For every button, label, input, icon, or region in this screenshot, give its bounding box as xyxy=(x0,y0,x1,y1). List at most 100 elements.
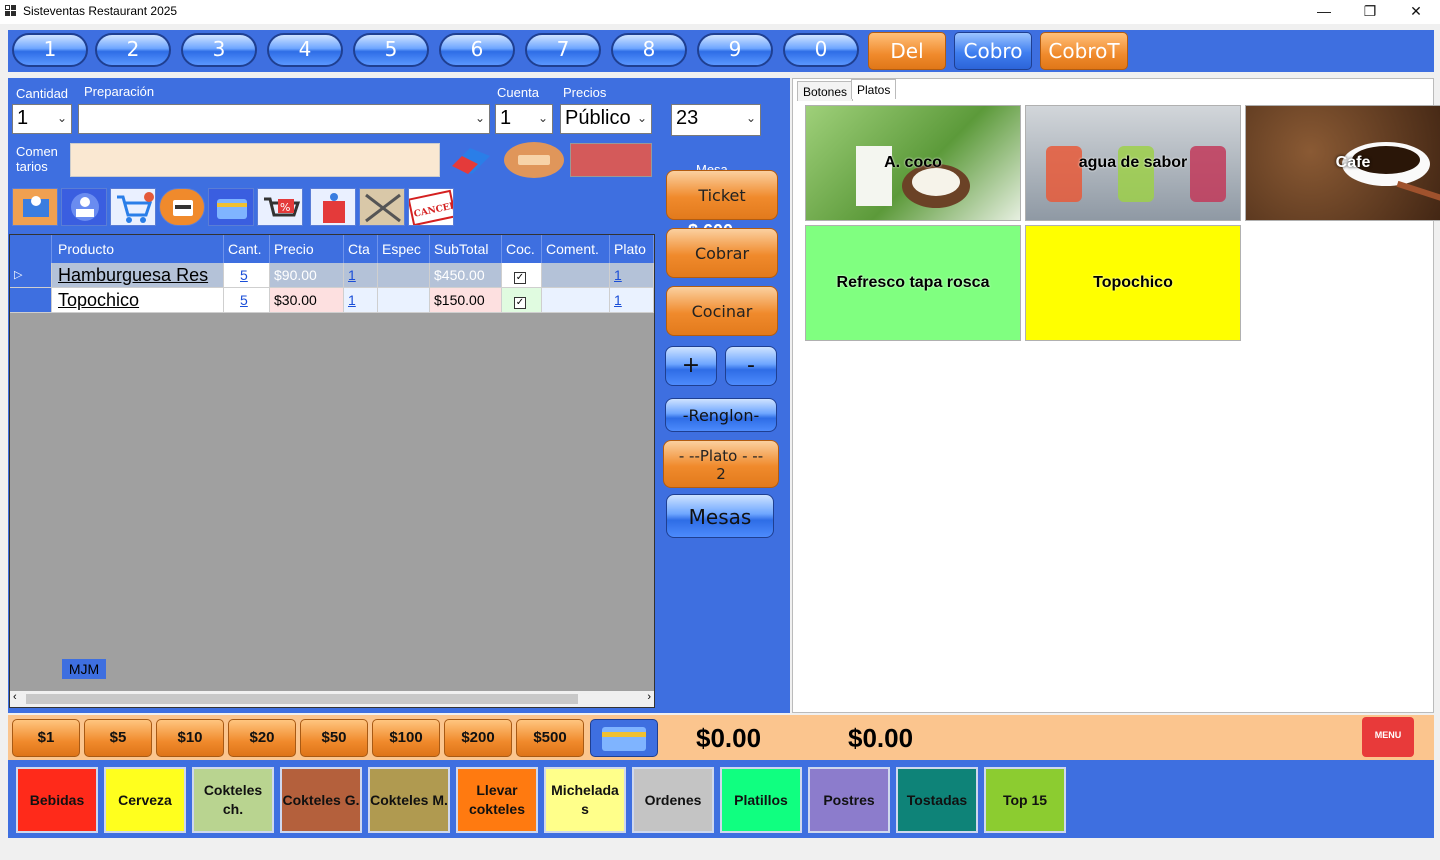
takeout-bag-icon[interactable] xyxy=(310,188,356,226)
scrollbar-thumb[interactable] xyxy=(26,694,578,704)
renglon-button[interactable]: -Renglon- xyxy=(665,398,777,432)
plato-refresco-tapa-rosca[interactable]: Refresco tapa rosca xyxy=(805,225,1021,341)
espec-cell[interactable] xyxy=(378,288,430,313)
mesas-button[interactable]: Mesas xyxy=(666,494,774,538)
cantidad-select[interactable]: 1 ⌄ xyxy=(12,104,72,134)
plato-cell[interactable]: 1 xyxy=(614,292,622,308)
num-4-button[interactable]: 4 xyxy=(267,33,343,67)
minimize-button[interactable]: — xyxy=(1301,0,1347,24)
card-payment-button[interactable] xyxy=(590,719,658,757)
plato-agua-de-sabor[interactable]: agua de sabor xyxy=(1025,105,1241,221)
category-tostadas[interactable]: Tostadas xyxy=(896,767,978,833)
coc-checkbox[interactable]: ✓ xyxy=(514,272,526,284)
tab-botones[interactable]: Botones xyxy=(797,81,854,101)
card-icon[interactable] xyxy=(208,188,254,226)
cash-10-button[interactable]: $10 xyxy=(156,719,224,757)
col-cta[interactable]: Cta xyxy=(344,235,378,263)
num-3-button[interactable]: 3 xyxy=(181,33,257,67)
cobrot-button[interactable]: CobroT xyxy=(1040,32,1128,70)
category-platillos[interactable]: Platillos xyxy=(720,767,802,833)
del-button[interactable]: Del xyxy=(868,32,946,70)
cash-50-button[interactable]: $50 xyxy=(300,719,368,757)
category-cokteles-g[interactable]: Cokteles G. xyxy=(280,767,362,833)
plato-a-coco[interactable]: A. coco xyxy=(805,105,1021,221)
col-espec[interactable]: Espec xyxy=(378,235,430,263)
table-row[interactable]: ▷ Hamburguesa Res 5 $90.00 1 $450.00 ✓ 1 xyxy=(10,263,654,288)
category-cokteles-m[interactable]: Cokteles M. xyxy=(368,767,450,833)
producto-cell[interactable]: Topochico xyxy=(58,290,139,310)
ticket-button[interactable]: Ticket xyxy=(666,170,778,220)
cash-5-button[interactable]: $5 xyxy=(84,719,152,757)
cash-1-button[interactable]: $1 xyxy=(12,719,80,757)
category-ordenes[interactable]: Ordenes xyxy=(632,767,714,833)
category-bebidas[interactable]: Bebidas xyxy=(16,767,98,833)
cart-icon[interactable] xyxy=(110,188,156,226)
col-producto[interactable]: Producto xyxy=(52,235,224,263)
col-plato[interactable]: Plato xyxy=(610,235,654,263)
discount-cart-icon[interactable]: % xyxy=(257,188,303,226)
restore-button[interactable]: ❐ xyxy=(1347,0,1393,24)
coment-cell[interactable] xyxy=(542,288,610,313)
close-button[interactable]: ✕ xyxy=(1393,0,1439,24)
scroll-right-icon[interactable]: › xyxy=(647,691,651,703)
plato-cafe[interactable]: Cafe xyxy=(1245,105,1440,221)
num-0-button[interactable]: 0 xyxy=(783,33,859,67)
category-micheladas[interactable]: Michelada s xyxy=(544,767,626,833)
num-7-button[interactable]: 7 xyxy=(525,33,601,67)
precio-cell[interactable]: $90.00 xyxy=(270,263,344,288)
cuenta-select[interactable]: 1 ⌄ xyxy=(495,104,553,134)
precios-select[interactable]: Público ⌄ xyxy=(560,104,652,134)
tab-platos[interactable]: Platos xyxy=(851,79,897,99)
menu-icon[interactable]: MENU xyxy=(1362,717,1414,757)
eraser-icon[interactable] xyxy=(448,144,494,176)
cash-20-button[interactable]: $20 xyxy=(228,719,296,757)
waiter-icon[interactable] xyxy=(12,188,58,226)
plato-cell[interactable]: 1 xyxy=(614,267,622,283)
plato-button[interactable]: - --Plato - -- 2 xyxy=(663,440,779,488)
cta-cell[interactable]: 1 xyxy=(348,267,356,283)
espec-cell[interactable] xyxy=(378,263,430,288)
col-coment[interactable]: Coment. xyxy=(542,235,610,263)
category-llevar-cokteles[interactable]: Llevar cokteles xyxy=(456,767,538,833)
cancelado-stamp-icon[interactable]: CANCELADO xyxy=(408,188,454,226)
col-cant[interactable]: Cant. xyxy=(224,235,270,263)
col-coc[interactable]: Coc. xyxy=(502,235,542,263)
cash-100-button[interactable]: $100 xyxy=(372,719,440,757)
coc-checkbox[interactable]: ✓ xyxy=(514,297,526,309)
col-precio[interactable]: Precio xyxy=(270,235,344,263)
mesa-select[interactable]: 23 ⌄ xyxy=(671,104,761,136)
cobrar-button[interactable]: Cobrar xyxy=(666,228,778,278)
cant-cell[interactable]: 5 xyxy=(240,267,248,283)
keyboard-icon[interactable] xyxy=(504,142,564,178)
minus-button[interactable]: - xyxy=(725,346,777,386)
scroll-left-icon[interactable]: ‹ xyxy=(13,691,17,703)
precio-cell[interactable]: $30.00 xyxy=(270,288,344,313)
num-8-button[interactable]: 8 xyxy=(611,33,687,67)
cash-200-button[interactable]: $200 xyxy=(444,719,512,757)
col-subtotal[interactable]: SubTotal xyxy=(430,235,502,263)
printer-icon[interactable] xyxy=(159,188,205,226)
plato-topochico[interactable]: Topochico xyxy=(1025,225,1241,341)
category-cerveza[interactable]: Cerveza xyxy=(104,767,186,833)
num-2-button[interactable]: 2 xyxy=(95,33,171,67)
coment-cell[interactable] xyxy=(542,263,610,288)
cta-cell[interactable]: 1 xyxy=(348,292,356,308)
num-5-button[interactable]: 5 xyxy=(353,33,429,67)
table-row[interactable]: Topochico 5 $30.00 1 $150.00 ✓ 1 xyxy=(10,288,654,313)
category-cokteles-ch[interactable]: Cokteles ch. xyxy=(192,767,274,833)
comentarios-input[interactable] xyxy=(70,143,440,177)
plus-button[interactable]: + xyxy=(665,346,717,386)
cancel-utensils-icon[interactable] xyxy=(359,188,405,226)
num-1-button[interactable]: 1 xyxy=(12,33,88,67)
row-selector-icon[interactable]: ▷ xyxy=(10,263,52,288)
row-selector[interactable] xyxy=(10,288,52,313)
horizontal-scrollbar[interactable]: ‹ › xyxy=(10,691,654,707)
client-icon[interactable] xyxy=(61,188,107,226)
category-top-15[interactable]: Top 15 xyxy=(984,767,1066,833)
producto-cell[interactable]: Hamburguesa Res xyxy=(58,265,208,285)
cocinar-button[interactable]: Cocinar xyxy=(666,286,778,336)
num-9-button[interactable]: 9 xyxy=(697,33,773,67)
cobro-button[interactable]: Cobro xyxy=(954,32,1032,70)
category-postres[interactable]: Postres xyxy=(808,767,890,833)
cant-cell[interactable]: 5 xyxy=(240,292,248,308)
